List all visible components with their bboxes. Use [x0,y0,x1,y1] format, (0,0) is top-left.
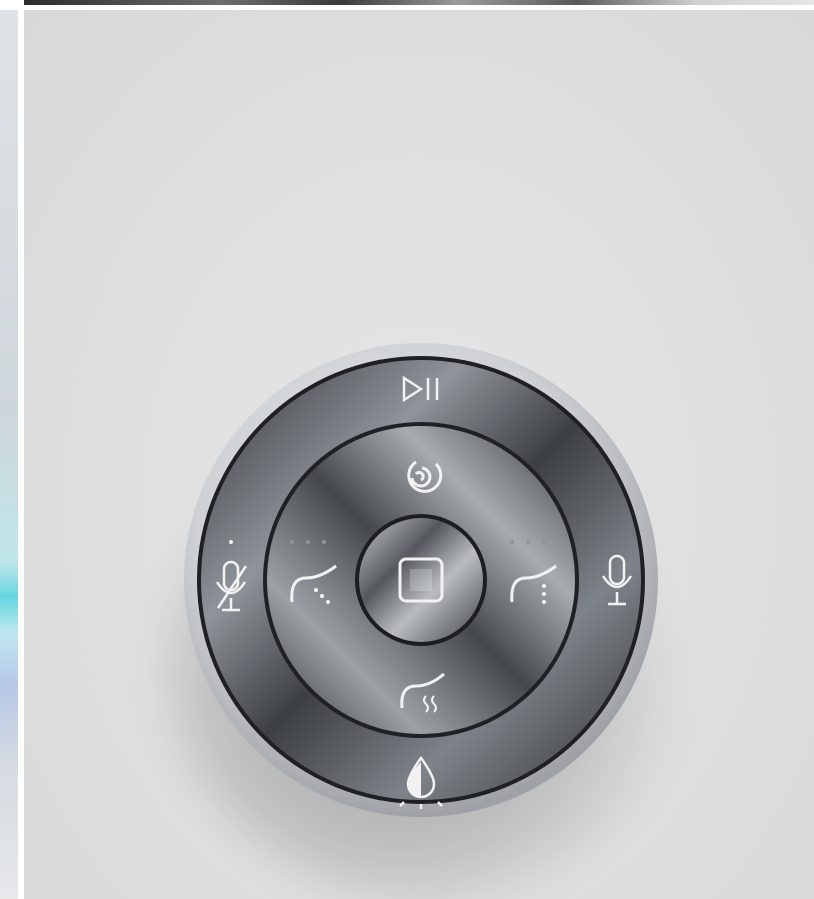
neighbor-image-left[interactable] [0,10,18,899]
product-photo [24,10,814,899]
gallery-frame [0,0,814,899]
neighbor-image-top[interactable] [24,0,814,5]
controller-dial [184,343,658,817]
